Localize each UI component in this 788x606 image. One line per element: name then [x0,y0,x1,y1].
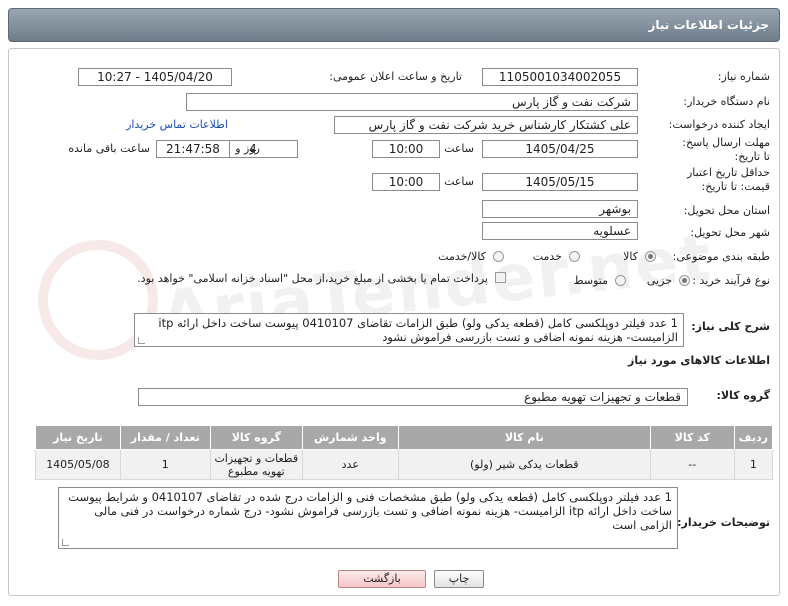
table-header: نام کالا [397,425,651,450]
validity-hour-label: ساعت [444,175,474,188]
goods-group-field: قطعات و تجهیزات تهویه مطبوع [138,388,688,406]
buyer-notes-label: توضیحات خریدار: [677,516,770,529]
table-header: تعداد / مقدار [119,425,211,450]
days-and-label: روز و [235,142,260,155]
table-row: 1 -- قطعات یدکی شیر (ولو) عدد قطعات و تج… [35,449,774,480]
validity-time-field: 10:00 [372,173,440,191]
process-medium-label: متوسط [573,274,608,287]
table-cell: 1405/05/08 [35,449,121,480]
treasury-payment-checkbox[interactable] [495,272,506,283]
need-number-label: شماره نیاز: [717,70,770,83]
table-cell: 1 [733,449,774,480]
province-label: استان محل تحویل: [683,204,770,217]
category-both-radio[interactable] [493,251,504,262]
table-cell: عدد [301,449,399,480]
table-cell: 1 [119,449,211,480]
page-header-bar: جزئیات اطلاعات نیاز [8,8,780,42]
requester-label: ایجاد کننده درخواست: [668,118,770,131]
category-goods-radio[interactable] [645,251,656,262]
page-title: جزئیات اطلاعات نیاز [648,18,769,32]
remaining-time-field: 21:47:58 [156,140,230,158]
reply-deadline-label: مهلت ارسال پاسخ: تا تاریخ: [682,136,770,163]
validity-date-field: 1405/05/15 [482,173,638,191]
table-header: ردیف [733,425,774,450]
table-header: کد کالا [649,425,735,450]
print-button[interactable]: چاپ [434,570,484,588]
table-header: واحد شمارش [301,425,399,450]
process-medium-radio[interactable] [615,275,626,286]
items-table: ردیف کد کالا نام کالا واحد شمارش گروه کا… [35,425,774,480]
province-field: بوشهر [482,200,638,218]
process-partial-radio[interactable] [679,275,690,286]
reply-time-field: 10:00 [372,140,440,158]
city-field: عسلویه [482,222,638,240]
city-label: شهر محل تحویل: [690,226,770,239]
summary-textarea: 1 عدد فیلتر دوپلکسی کامل (قطعه یدکی ولو)… [134,313,684,347]
buyer-notes-text: 1 عدد فیلتر دوپلکسی کامل (قطعه یدکی ولو)… [68,490,672,532]
announce-field: 1405/04/20 - 10:27 [78,68,232,86]
buyer-contact-link[interactable]: اطلاعات تماس خریدار [126,118,228,131]
buyer-org-label: نام دستگاه خریدار: [683,95,770,108]
price-validity-label: حداقل تاریخ اعتبار قیمت: تا تاریخ: [686,166,770,193]
reply-date-field: 1405/04/25 [482,140,638,158]
goods-group-label: گروه کالا: [716,389,770,402]
back-button[interactable]: بازگشت [338,570,426,588]
process-partial-label: جزیی [646,274,672,287]
treasury-payment-note: پرداخت تمام یا بخشی از مبلغ خرید،از محل … [137,272,488,285]
table-header-row: ردیف کد کالا نام کالا واحد شمارش گروه کا… [35,425,774,450]
table-header: تاریخ نیاز [35,425,121,450]
buyer-org-field: شرکت نفت و گاز پارس [186,93,638,111]
summary-text: 1 عدد فیلتر دوپلکسی کامل (قطعه یدکی ولو)… [158,316,678,344]
table-header: گروه کالا [209,425,303,450]
reply-hour-label: ساعت [444,142,474,155]
need-number-field: 1105001034002055 [482,68,638,86]
goods-section-title: اطلاعات کالاهای مورد نیاز [628,354,770,367]
category-label: طبقه بندی موضوعی: [672,250,770,263]
requester-field: علی کشتکار کارشناس خرید شرکت نفت و گاز پ… [334,116,638,134]
category-service-label: خدمت [532,250,562,263]
resize-grip-icon[interactable] [138,337,145,344]
process-label: نوع فرآیند خرید : [692,274,770,287]
category-both-label: کالا/خدمت [438,250,486,263]
table-cell: قطعات و تجهیزات تهویه مطبوع [209,449,303,480]
buyer-notes-textarea: 1 عدد فیلتر دوپلکسی کامل (قطعه یدکی ولو)… [58,487,678,549]
resize-grip-icon[interactable] [62,539,69,546]
summary-label: شرح کلی نیاز: [691,320,770,333]
announce-label: تاریخ و ساعت اعلان عمومی: [329,70,462,83]
category-goods-label: کالا [623,250,638,263]
table-cell: قطعات یدکی شیر (ولو) [397,449,651,480]
table-cell: -- [649,449,735,480]
remaining-label: ساعت باقی مانده [68,142,150,155]
category-service-radio[interactable] [569,251,580,262]
